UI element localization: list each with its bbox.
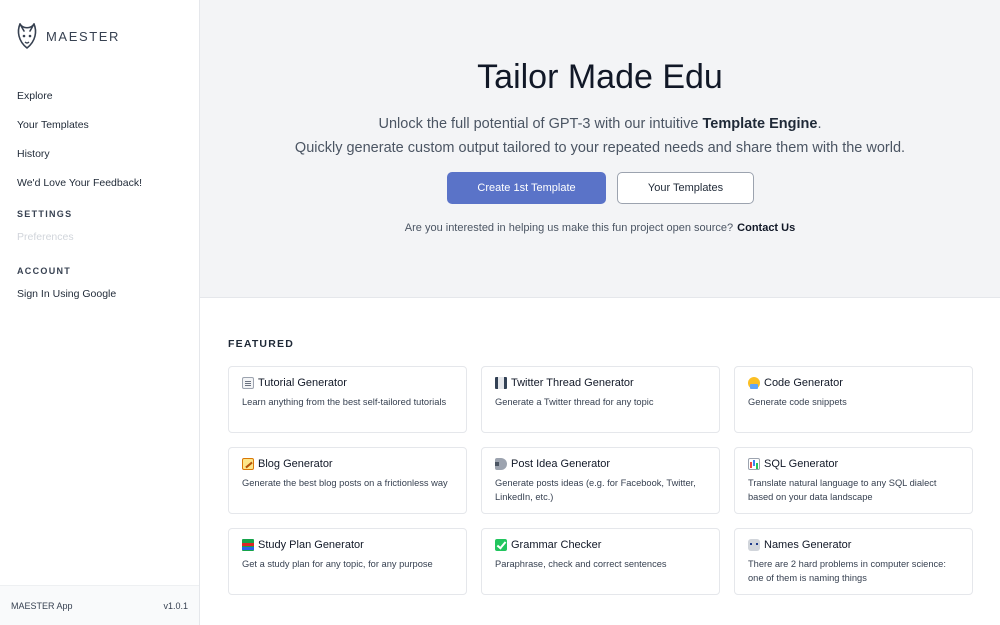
sidebar-item-explore[interactable]: Explore bbox=[0, 82, 199, 111]
template-engine-text: Template Engine bbox=[702, 116, 818, 132]
hero-subtitle-post: . bbox=[817, 116, 822, 132]
hero-section: Tailor Made Edu Unlock the full potentia… bbox=[200, 0, 1000, 298]
card-title: Names Generator bbox=[764, 539, 852, 551]
sidebar-nav: Explore Your Templates History We'd Love… bbox=[0, 82, 199, 198]
card-blog-generator[interactable]: Blog Generator Generate the best blog po… bbox=[228, 447, 467, 514]
bar-chart-icon bbox=[748, 458, 760, 470]
technologist-icon bbox=[748, 377, 760, 389]
card-description: Generate the best blog posts on a fricti… bbox=[242, 478, 448, 488]
card-description: Generate posts ideas (e.g. for Facebook,… bbox=[495, 478, 696, 502]
card-title: Study Plan Generator bbox=[258, 539, 364, 551]
sidebar-item-preferences: Preferences bbox=[17, 231, 74, 243]
card-study-plan-generator[interactable]: Study Plan Generator Get a study plan fo… bbox=[228, 528, 467, 595]
card-post-idea-generator[interactable]: Post Idea Generator Generate posts ideas… bbox=[481, 447, 720, 514]
card-title: Tutorial Generator bbox=[258, 377, 347, 389]
card-sql-generator[interactable]: SQL Generator Translate natural language… bbox=[734, 447, 973, 514]
card-description: Generate a Twitter thread for any topic bbox=[495, 397, 654, 407]
card-description: Learn anything from the best self-tailor… bbox=[242, 397, 447, 407]
create-template-button[interactable]: Create 1st Template bbox=[447, 172, 606, 204]
card-title: SQL Generator bbox=[764, 458, 839, 470]
sign-in-google-link[interactable]: Sign In Using Google bbox=[17, 288, 116, 300]
card-names-generator[interactable]: Names Generator There are 2 hard problem… bbox=[734, 528, 973, 595]
card-description: There are 2 hard problems in computer sc… bbox=[748, 559, 946, 583]
robot-icon bbox=[748, 539, 760, 551]
hero-subtitle-pre: Unlock the full potential of GPT-3 with … bbox=[378, 116, 703, 132]
app-version: v1.0.1 bbox=[163, 600, 188, 611]
card-description: Get a study plan for any topic, for any … bbox=[242, 559, 433, 569]
check-mark-icon bbox=[495, 539, 507, 551]
hero-subtitle-line2: Quickly generate custom output tailored … bbox=[294, 140, 906, 156]
books-icon bbox=[242, 539, 254, 551]
card-description: Paraphrase, check and correct sentences bbox=[495, 559, 667, 569]
contact-us-link[interactable]: Contact Us bbox=[737, 222, 795, 234]
card-title: Grammar Checker bbox=[511, 539, 602, 551]
open-source-cta: Are you interested in helping us make th… bbox=[200, 222, 1000, 234]
sidebar: MAESTER Explore Your Templates History W… bbox=[0, 0, 200, 625]
brand-name: MAESTER bbox=[46, 28, 121, 44]
account-section-label: ACCOUNT bbox=[17, 266, 72, 276]
cta-text: Are you interested in helping us make th… bbox=[404, 222, 734, 234]
megaphone-icon bbox=[495, 458, 507, 470]
sidebar-item-history[interactable]: History bbox=[0, 140, 199, 169]
scroll-icon bbox=[495, 377, 507, 389]
sidebar-footer: MAESTER App v1.0.1 bbox=[0, 585, 199, 625]
page-icon bbox=[242, 377, 254, 389]
card-title: Twitter Thread Generator bbox=[511, 377, 634, 389]
app-name: MAESTER App bbox=[11, 600, 73, 611]
card-description: Translate natural language to any SQL di… bbox=[748, 478, 937, 502]
card-title: Code Generator bbox=[764, 377, 843, 389]
your-templates-button[interactable]: Your Templates bbox=[617, 172, 754, 204]
brand[interactable]: MAESTER bbox=[16, 21, 120, 51]
card-description: Generate code snippets bbox=[748, 397, 847, 407]
sidebar-item-your-templates[interactable]: Your Templates bbox=[0, 111, 199, 140]
settings-section-label: SETTINGS bbox=[17, 209, 73, 219]
card-twitter-thread-generator[interactable]: Twitter Thread Generator Generate a Twit… bbox=[481, 366, 720, 433]
maester-logo-icon bbox=[17, 23, 37, 49]
featured-grid: Tutorial Generator Learn anything from t… bbox=[228, 366, 973, 595]
card-grammar-checker[interactable]: Grammar Checker Paraphrase, check and co… bbox=[481, 528, 720, 595]
card-title: Post Idea Generator bbox=[511, 458, 611, 470]
sidebar-item-feedback[interactable]: We'd Love Your Feedback! bbox=[0, 169, 199, 198]
featured-heading: FEATURED bbox=[228, 338, 294, 350]
card-code-generator[interactable]: Code Generator Generate code snippets bbox=[734, 366, 973, 433]
page-title: Tailor Made Edu bbox=[477, 58, 723, 96]
card-tutorial-generator[interactable]: Tutorial Generator Learn anything from t… bbox=[228, 366, 467, 433]
hero-subtitle: Unlock the full potential of GPT-3 with … bbox=[200, 112, 1000, 160]
card-title: Blog Generator bbox=[258, 458, 333, 470]
memo-icon bbox=[242, 458, 254, 470]
